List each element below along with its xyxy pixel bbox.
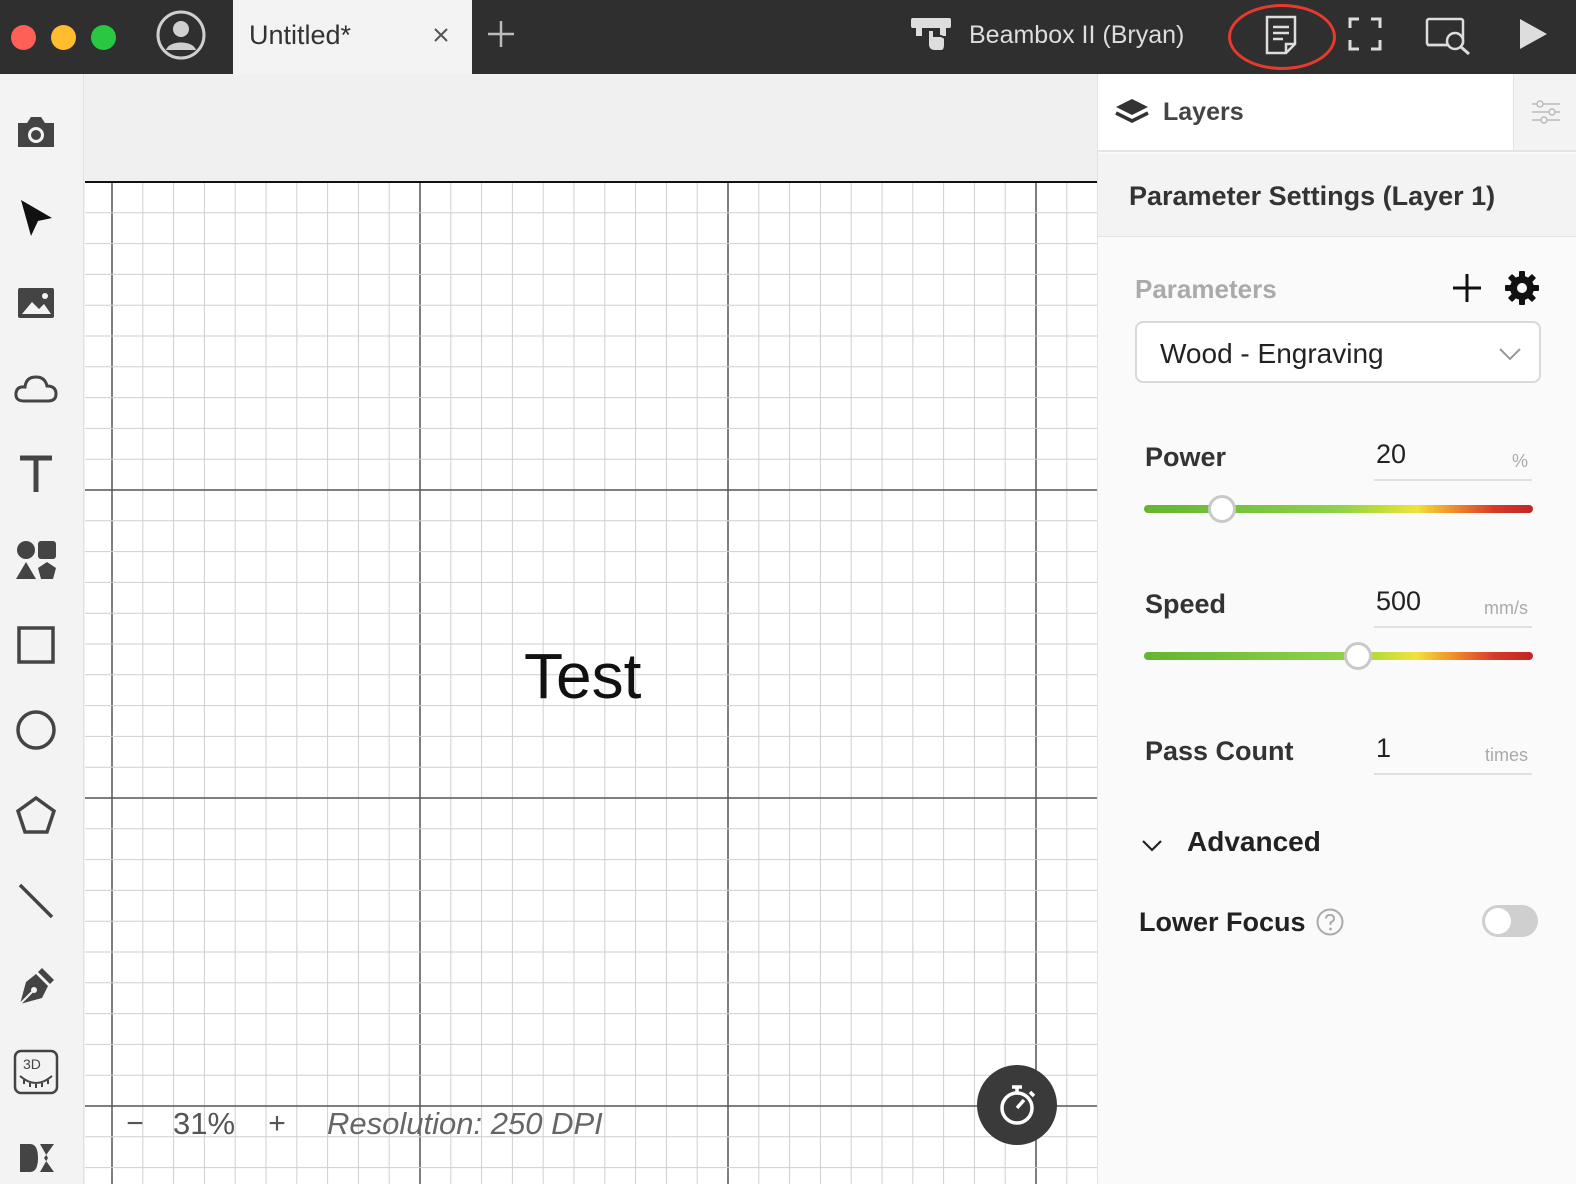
device-name[interactable]: Beambox II (Bryan) <box>969 21 1184 50</box>
ellipse-tool[interactable] <box>8 702 64 758</box>
close-icon[interactable] <box>429 23 453 47</box>
shapes-icon <box>16 541 56 579</box>
gear-icon[interactable] <box>1504 270 1540 306</box>
pass-count-unit: times <box>1484 745 1528 765</box>
line-icon <box>18 883 54 919</box>
layers-icon <box>1115 99 1149 123</box>
right-panel: Layers Parameter Settings (Layer 1) Para… <box>1097 74 1576 1184</box>
plus-icon[interactable] <box>1450 271 1484 305</box>
camera-tool[interactable] <box>8 104 64 160</box>
chevron-down-icon <box>1499 348 1521 361</box>
polygon-icon <box>15 795 57 834</box>
resolution-label: Resolution: 250 DPI <box>327 1106 603 1141</box>
avatar-icon[interactable] <box>155 9 207 61</box>
ellipse-icon <box>16 710 56 750</box>
power-slider-thumb[interactable] <box>1207 495 1236 523</box>
task-list-icon[interactable] <box>1262 14 1300 56</box>
parameter-settings-title: Parameter Settings (Layer 1) <box>1129 181 1496 211</box>
pen-tool[interactable] <box>8 958 64 1014</box>
parameter-settings-header: Parameter Settings (Layer 1) <box>1098 154 1576 237</box>
canvas-text-object[interactable]: Test <box>524 639 641 713</box>
canvas-grid <box>85 181 1097 1184</box>
plus-icon[interactable] <box>486 17 516 51</box>
pass-count-input[interactable]: 1 times <box>1374 729 1532 775</box>
sliders-icon <box>1531 100 1560 124</box>
cursor-icon <box>21 200 52 236</box>
title-bar: Untitled* Beambox II (Bryan) <box>0 0 1576 74</box>
tab-panel-settings[interactable] <box>1513 74 1576 152</box>
zoom-out-button[interactable]: − <box>121 1109 149 1139</box>
rectangle-tool[interactable] <box>8 617 64 673</box>
pass-count-label: Pass Count <box>1145 736 1294 766</box>
stopwatch-icon <box>1000 1085 1036 1125</box>
tab-layers[interactable]: Layers <box>1098 74 1513 152</box>
image-tool[interactable] <box>8 275 64 331</box>
preset-value: Wood - Engraving <box>1160 338 1384 369</box>
left-toolbar: 3D <box>0 74 84 1184</box>
chevron-down-icon[interactable] <box>1140 833 1164 857</box>
frame-icon[interactable] <box>1347 16 1383 52</box>
toggle-knob <box>1485 908 1511 934</box>
speed-slider[interactable] <box>1144 642 1533 670</box>
cloud-icon <box>14 375 58 403</box>
line-tool[interactable] <box>8 873 64 929</box>
zoom-value: 31% <box>173 1106 236 1141</box>
shapes-tool[interactable] <box>8 532 64 588</box>
pen-icon <box>19 968 54 1005</box>
zoom-controls: − 31% + Resolution: 250 DPI <box>121 1104 603 1144</box>
dmkt-tool[interactable] <box>8 1130 64 1184</box>
3d-curve-icon: 3D <box>13 1049 59 1095</box>
speed-label: Speed <box>1145 589 1227 619</box>
power-unit: % <box>1511 451 1528 471</box>
power-value: 20 <box>1376 439 1407 469</box>
speed-value: 500 <box>1376 586 1422 616</box>
image-icon <box>18 288 54 318</box>
speed-unit: mm/s <box>1484 598 1528 618</box>
window-close-button[interactable] <box>11 25 36 50</box>
pass-count-value: 1 <box>1376 733 1392 763</box>
lower-focus-toggle[interactable] <box>1482 905 1538 937</box>
svg-text:3D: 3D <box>23 1056 41 1072</box>
power-label: Power <box>1145 442 1227 472</box>
preset-select[interactable]: Wood - Engraving <box>1135 321 1541 383</box>
power-input[interactable]: 20 % <box>1374 435 1532 481</box>
parameters-label: Parameters <box>1135 274 1277 304</box>
device-icon[interactable] <box>908 14 954 54</box>
window-maximize-button[interactable] <box>91 25 116 50</box>
time-estimate-button[interactable] <box>977 1065 1057 1145</box>
text-tool[interactable] <box>8 446 64 502</box>
rectangle-icon <box>17 626 55 664</box>
document-tab[interactable]: Untitled* <box>233 0 472 74</box>
play-icon[interactable] <box>1516 16 1550 52</box>
layers-label: Layers <box>1163 98 1244 126</box>
zoom-in-button[interactable]: + <box>263 1109 291 1139</box>
text-icon <box>20 455 52 492</box>
power-slider[interactable] <box>1144 495 1533 523</box>
dmkt-icon <box>20 1144 54 1172</box>
speed-slider-thumb[interactable] <box>1343 642 1372 670</box>
tab-title: Untitled* <box>249 20 352 50</box>
speed-input[interactable]: 500 mm/s <box>1374 582 1532 628</box>
preview-icon[interactable] <box>1424 14 1472 56</box>
help-icon[interactable] <box>1315 907 1345 937</box>
canvas-workarea[interactable]: Test − 31% + Resolution: 250 DPI <box>85 74 1097 1184</box>
3d-curve-tool[interactable]: 3D <box>8 1044 64 1100</box>
camera-icon <box>18 117 54 147</box>
advanced-section-toggle[interactable]: Advanced <box>1187 826 1321 858</box>
window-minimize-button[interactable] <box>51 25 76 50</box>
select-tool[interactable] <box>8 190 64 246</box>
lower-focus-label: Lower Focus <box>1139 907 1306 937</box>
polygon-tool[interactable] <box>8 788 64 844</box>
cloud-tool[interactable] <box>8 361 64 417</box>
